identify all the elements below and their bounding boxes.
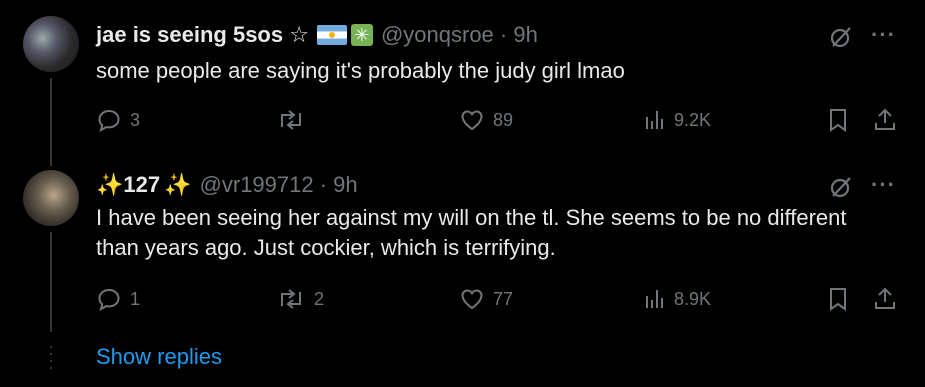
thread-dots [50, 346, 52, 374]
views-icon [646, 111, 663, 129]
share-icon [875, 287, 895, 309]
view-count: 8.9K [674, 288, 712, 309]
like-button[interactable]: 89 [459, 107, 513, 133]
like-button[interactable]: 77 [459, 286, 513, 312]
like-count: 77 [493, 288, 514, 309]
display-name[interactable]: jae is seeing 5sos ☆ [96, 22, 309, 48]
heart-icon [461, 110, 483, 131]
thread-line [50, 78, 52, 166]
views-button[interactable]: 9.2K [644, 107, 711, 133]
heart-icon [461, 289, 483, 310]
repost-icon [281, 110, 301, 130]
like-count: 89 [493, 109, 514, 130]
repost-button[interactable] [276, 107, 314, 133]
bookmark-button[interactable] [826, 286, 850, 312]
share-button[interactable] [873, 107, 897, 133]
reply-count: 1 [130, 288, 141, 309]
repost-button[interactable]: 2 [276, 286, 324, 312]
share-icon [875, 108, 895, 130]
tweet-header: jae is seeing 5sos ☆ ✳ @yonqsroe · 9h [96, 22, 538, 48]
bookmark-icon [830, 288, 846, 311]
sparkles-icon: ✨ [164, 172, 192, 197]
tweet-header: ✨ 127 ✨ @vr199712 · 9h [96, 172, 358, 198]
handle-time[interactable]: @vr199712 · 9h [200, 172, 358, 198]
reply-icon [98, 288, 120, 311]
repost-count: 2 [314, 288, 325, 309]
avatar[interactable] [23, 16, 79, 72]
repost-icon [281, 289, 301, 309]
bookmark-button[interactable] [826, 107, 850, 133]
grok-icon[interactable] [828, 24, 854, 55]
sparkle-icon: ✳ [350, 24, 373, 46]
share-button[interactable] [873, 286, 897, 312]
views-icon [646, 290, 663, 308]
argentina-flag-icon [316, 25, 347, 45]
thread-line [50, 232, 52, 332]
reply-count: 3 [130, 109, 141, 130]
show-replies-link[interactable]: Show replies [96, 344, 222, 370]
more-options-icon[interactable]: ··· [871, 22, 896, 48]
sparkles-icon: ✨ [96, 172, 124, 197]
tweet-text: some people are saying it's probably the… [96, 58, 625, 83]
display-name[interactable]: 127 [123, 172, 160, 198]
tweet-text: I have been seeing her against my will o… [96, 205, 847, 260]
avatar[interactable] [23, 170, 79, 226]
more-options-icon[interactable]: ··· [871, 172, 896, 198]
views-button[interactable]: 8.9K [644, 286, 711, 312]
view-count: 9.2K [674, 109, 712, 130]
grok-icon[interactable] [828, 174, 854, 205]
handle-time[interactable]: @yonqsroe · 9h [381, 22, 538, 48]
reply-button[interactable]: 3 [96, 107, 140, 133]
reply-icon [98, 109, 120, 132]
bookmark-icon [830, 109, 846, 132]
reply-button[interactable]: 1 [96, 286, 140, 312]
